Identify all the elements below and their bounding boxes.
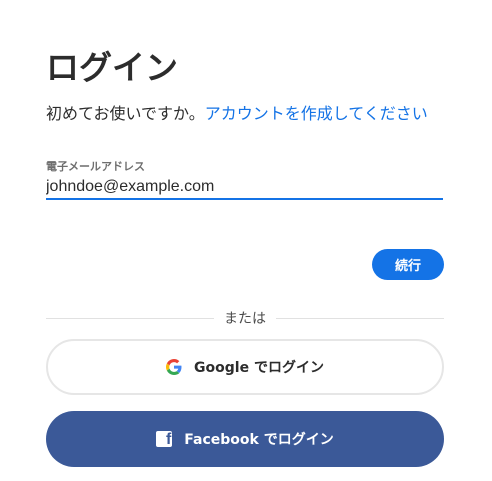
or-text: または	[224, 311, 266, 327]
facebook-brand: Facebook	[184, 432, 259, 448]
facebook-icon: f	[156, 431, 173, 447]
google-brand: Google	[194, 360, 250, 376]
divider-line-right	[276, 318, 444, 319]
google-login-label: Google でログイン	[194, 357, 324, 377]
page-title: ログイン	[46, 48, 178, 87]
google-suffix: でログイン	[249, 360, 324, 376]
google-icon	[166, 359, 182, 375]
email-field[interactable]	[46, 175, 443, 200]
facebook-login-label: Facebook でログイン	[184, 429, 333, 449]
create-account-link[interactable]: アカウントを作成してください	[205, 104, 428, 123]
google-login-button[interactable]: Google でログイン	[46, 339, 444, 395]
or-divider: または	[46, 309, 444, 329]
email-label: 電子メールアドレス	[46, 160, 145, 173]
signup-prompt-text: 初めてお使いですか。	[46, 104, 205, 123]
continue-button[interactable]: 続行	[372, 249, 444, 280]
facebook-suffix: でログイン	[258, 432, 334, 448]
signup-prompt: 初めてお使いですか。アカウントを作成してください	[46, 103, 428, 125]
facebook-login-button[interactable]: f Facebook でログイン	[46, 411, 444, 467]
